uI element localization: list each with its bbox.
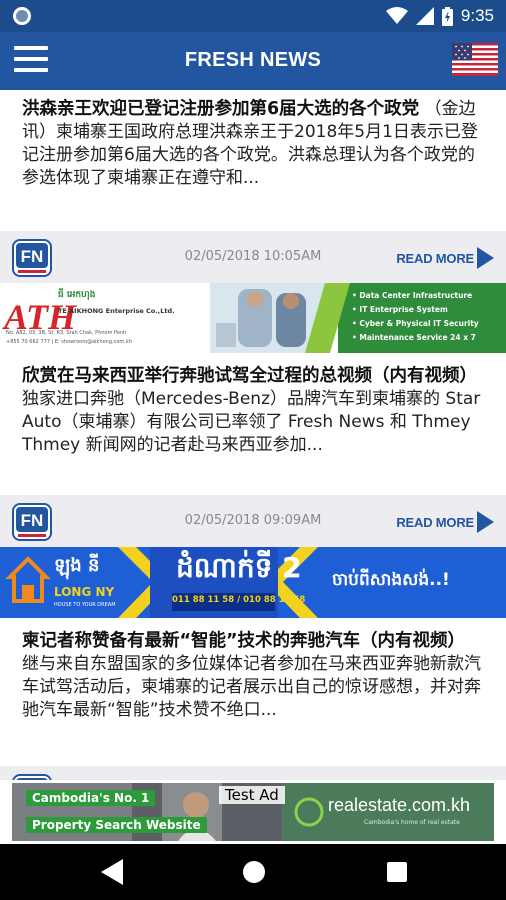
status-bar: 9:35 <box>0 0 506 32</box>
article-headline[interactable]: 柬记者称赞备有最新“智能”技术的奔驰汽车（内有视频） <box>22 631 465 651</box>
ad-brand: realestate.com.kh <box>328 795 471 815</box>
ath-services-list: • Data Center Infrastructure • IT Enterp… <box>352 291 479 342</box>
news-feed[interactable]: 洪森亲王欢迎已登记注册参加第6届大选的各个政党 （金边讯）柬埔寨王国政府总理洪森… <box>0 90 506 780</box>
longny-brand: LONG NY <box>54 585 115 599</box>
signal-icon <box>415 7 434 25</box>
article-headline[interactable]: 洪森亲王欢迎已登记注册参加第6届大选的各个政党 <box>22 99 419 119</box>
read-more-label: READ MORE <box>396 250 474 266</box>
recent-apps-icon[interactable] <box>387 862 407 882</box>
article-summary: 继与来自东盟国家的多位媒体记者参加在马来西亚奔驰新款汽车试驾活动后，柬埔寨的记者… <box>22 654 481 720</box>
longny-tagline: HOUSE TO YOUR DREAM <box>54 602 116 608</box>
status-time: 9:35 <box>460 6 494 25</box>
bottom-ad-banner[interactable]: Cambodia's No. 1 Property Search Website… <box>0 780 506 844</box>
article-card[interactable]: 洪森亲王欢迎已登记注册参加第6届大选的各个政党 （金边讯）柬埔寨王国政府总理洪森… <box>0 90 506 231</box>
article-card[interactable]: 欣赏在马来西亚举行奔驰试驾全过程的总视频（内有视频） 独家进口奔驰（Merced… <box>0 353 506 495</box>
ath-contact: +855 70 662 777 | E: showroom@aikhong.co… <box>6 339 132 345</box>
arrow-right-icon <box>477 511 494 533</box>
longny-phones: 011 88 11 58 / 010 88 11 58 <box>172 595 306 605</box>
ad-brand-tagline: Cambodia's home of real estate <box>364 819 460 826</box>
app-bar: FRESH NEWS <box>0 32 506 90</box>
longny-brand-khmer: ឡុង នី <box>54 555 100 576</box>
ad-line-2: Property Search Website <box>26 817 207 833</box>
longny-cta: ចាប់ពីសាងសង់..! <box>332 570 450 590</box>
system-nav-bar <box>0 844 506 900</box>
ath-khmer-name: ធី អេកហុង <box>58 290 96 300</box>
notification-icon <box>13 7 31 25</box>
article-meta <box>0 766 506 780</box>
arrow-right-icon <box>477 247 494 269</box>
back-icon[interactable] <box>101 859 123 885</box>
battery-icon <box>441 6 453 26</box>
ath-service-item: IT Enterprise System <box>359 305 448 314</box>
ath-service-item: Data Center Infrastructure <box>359 291 473 300</box>
ath-service-item: Cyber & Physical IT Security <box>359 319 479 328</box>
home-icon[interactable] <box>242 860 266 884</box>
ad-line-1: Cambodia's No. 1 <box>26 790 156 806</box>
article-card[interactable]: 柬记者称赞备有最新“智能”技术的奔驰汽车（内有视频） 继与来自东盟国家的多位媒体… <box>0 618 506 766</box>
read-more-button[interactable]: READ MORE <box>396 247 494 269</box>
article-meta: FN 02/05/2018 10:05AM READ MORE <box>0 231 506 283</box>
ath-company: TE AIKHONG Enterprise Co.,Ltd. <box>58 307 175 315</box>
ath-address: No. A82, 03, 3B, St. R3, Srah Chak, Phno… <box>6 330 127 336</box>
longny-banner-ad[interactable]: ឡុង នី LONG NY HOUSE TO YOUR DREAM ដំណាក… <box>0 547 506 618</box>
us-flag-icon[interactable] <box>452 43 498 76</box>
read-more-button[interactable]: READ MORE <box>396 511 494 533</box>
ad-content[interactable]: Cambodia's No. 1 Property Search Website… <box>12 783 494 841</box>
wifi-icon <box>385 7 408 24</box>
article-summary: 独家进口奔驰（Mercedes-Benz）品牌汽车到柬埔寨的 Star Auto… <box>22 389 481 455</box>
article-headline[interactable]: 欣赏在马来西亚举行奔驰试驾全过程的总视频（内有视频） <box>22 366 477 386</box>
ath-service-item: Maintenance Service 24 x 7 <box>359 333 476 342</box>
app-title: FRESH NEWS <box>184 49 322 71</box>
test-ad-label: Test Ad <box>219 786 285 804</box>
article-meta: FN 02/05/2018 09:09AM READ MORE <box>0 495 506 547</box>
ath-banner-ad[interactable]: ATH ធី អេកហុង TE AIKHONG Enterprise Co.,… <box>0 283 506 353</box>
read-more-label: READ MORE <box>396 514 474 530</box>
longny-stage: ដំណាក់ទី 2 <box>176 551 302 584</box>
